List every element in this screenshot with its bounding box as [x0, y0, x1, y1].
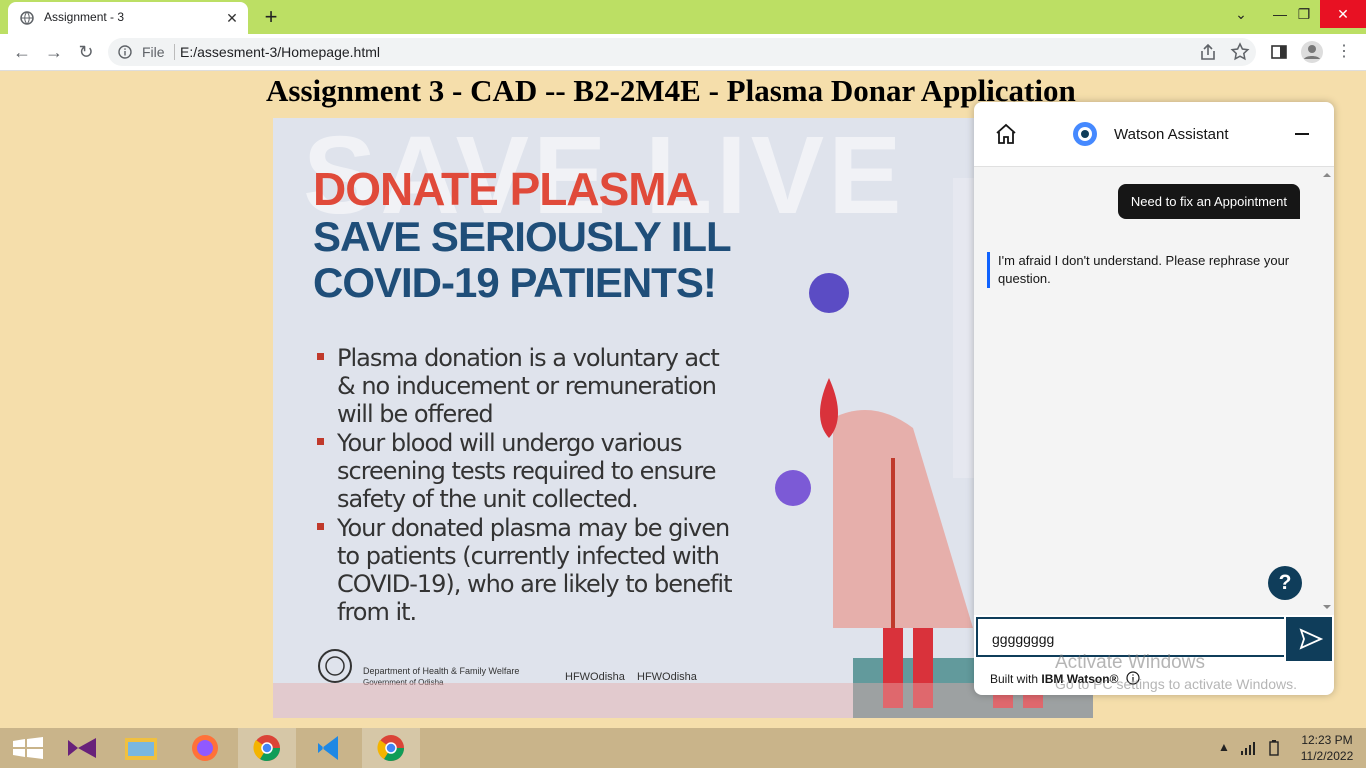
poster-bullet: Your blood will undergo various screenin… [317, 429, 737, 513]
reload-icon[interactable]: ↻ [74, 40, 98, 64]
url-text[interactable]: E:/assesment-3/Homepage.html [180, 44, 380, 60]
user-message-bubble: Need to fix an Appointment [1117, 184, 1300, 219]
tray-expand-icon[interactable]: ▲ [1218, 740, 1230, 754]
menu-kebab-icon[interactable]: ⋮ [1332, 40, 1356, 64]
taskbar-clock[interactable]: 12:23 PM 11/2/2022 [1296, 732, 1358, 764]
clock-time: 12:23 PM [1301, 733, 1353, 747]
minimize-icon[interactable] [1290, 122, 1314, 146]
poster-subtitle-2: COVID-19 PATIENTS! [313, 259, 717, 306]
activate-windows-watermark: Activate Windows [1055, 652, 1205, 673]
visual-studio-taskbar-icon[interactable] [54, 728, 112, 768]
poster-footer-band [273, 683, 1093, 718]
send-button[interactable] [1286, 617, 1332, 661]
file-explorer-taskbar-icon[interactable] [112, 728, 170, 768]
page-title: Assignment 3 - CAD -- B2-2M4E - Plasma D… [266, 73, 1076, 108]
divider [174, 44, 175, 60]
poster-bullet: Your donated plasma may be given to pati… [317, 514, 737, 626]
network-signal-icon[interactable] [1240, 740, 1256, 756]
back-icon[interactable]: ← [10, 40, 34, 64]
start-button[interactable] [0, 728, 58, 768]
activate-windows-hint: Go to PC settings to activate Windows. [1055, 676, 1297, 692]
address-bar[interactable]: File E:/assesment-3/Homepage.html [108, 38, 1256, 66]
watson-header: Watson Assistant [974, 102, 1334, 167]
chrome-profile-taskbar-icon[interactable] [238, 728, 296, 768]
forward-icon[interactable]: → [42, 40, 66, 64]
share-icon[interactable] [1198, 42, 1218, 62]
odisha-seal-icon [318, 649, 352, 683]
plasma-poster-image: SAVE LIVE DONATE PLASMA SAVE SERIOUSLY I… [273, 118, 1093, 718]
poster-subtitle-1: SAVE SERIOUSLY ILL [313, 213, 732, 260]
windows-logo-icon [13, 737, 43, 759]
assistant-message: I'm afraid I don't understand. Please re… [987, 252, 1298, 288]
send-icon [1299, 628, 1324, 650]
bookmark-star-icon[interactable] [1230, 42, 1250, 62]
poster-title: DONATE PLASMA [313, 163, 699, 215]
help-button[interactable]: ? [1268, 566, 1302, 600]
tab-search-icon[interactable]: ⌄ [1225, 0, 1257, 28]
battery-icon[interactable] [1268, 740, 1280, 756]
chat-input[interactable]: gggggggg [976, 617, 1284, 657]
globe-icon [20, 11, 34, 25]
browser-tab[interactable]: Assignment - 3 ✕ [8, 2, 248, 34]
clock-date: 11/2/2022 [1300, 749, 1354, 763]
chat-messages: Need to fix an Appointment I'm afraid I … [974, 167, 1334, 615]
side-panel-icon[interactable] [1269, 42, 1289, 62]
tab-close-icon[interactable]: ✕ [222, 8, 242, 28]
department-name: Department of Health & Family Welfare [363, 666, 520, 676]
watson-title: Watson Assistant [1114, 126, 1229, 143]
firefox-taskbar-icon[interactable] [176, 728, 234, 768]
restore-window-icon[interactable]: ❐ [1288, 0, 1320, 28]
close-window-icon[interactable]: ✕ [1320, 0, 1366, 28]
new-tab-button[interactable]: + [258, 4, 284, 30]
info-icon[interactable] [118, 45, 132, 59]
browser-toolbar: ← → ↻ File E:/assesment-3/Homepage.html … [0, 34, 1366, 71]
watson-avatar-icon [1073, 122, 1097, 146]
twitter-handle: HFWOdisha [637, 671, 697, 683]
profile-avatar-icon[interactable] [1300, 40, 1324, 64]
chat-scrollbar[interactable] [1320, 167, 1334, 615]
file-label: File [142, 44, 165, 60]
windows-taskbar: ▲ 12:23 PM 11/2/2022 [0, 728, 1366, 768]
chrome-taskbar-icon[interactable] [362, 728, 420, 768]
vscode-taskbar-icon[interactable] [300, 728, 358, 768]
home-icon[interactable] [994, 122, 1018, 146]
facebook-handle: HFWOdisha [565, 671, 625, 683]
browser-titlebar: Assignment - 3 ✕ + ⌄ — ❐ ✕ [0, 0, 1366, 34]
poster-bullet: Plasma donation is a voluntary act & no … [317, 344, 737, 428]
tab-title: Assignment - 3 [44, 10, 125, 24]
watson-assistant-panel: Watson Assistant Need to fix an Appointm… [974, 102, 1334, 695]
